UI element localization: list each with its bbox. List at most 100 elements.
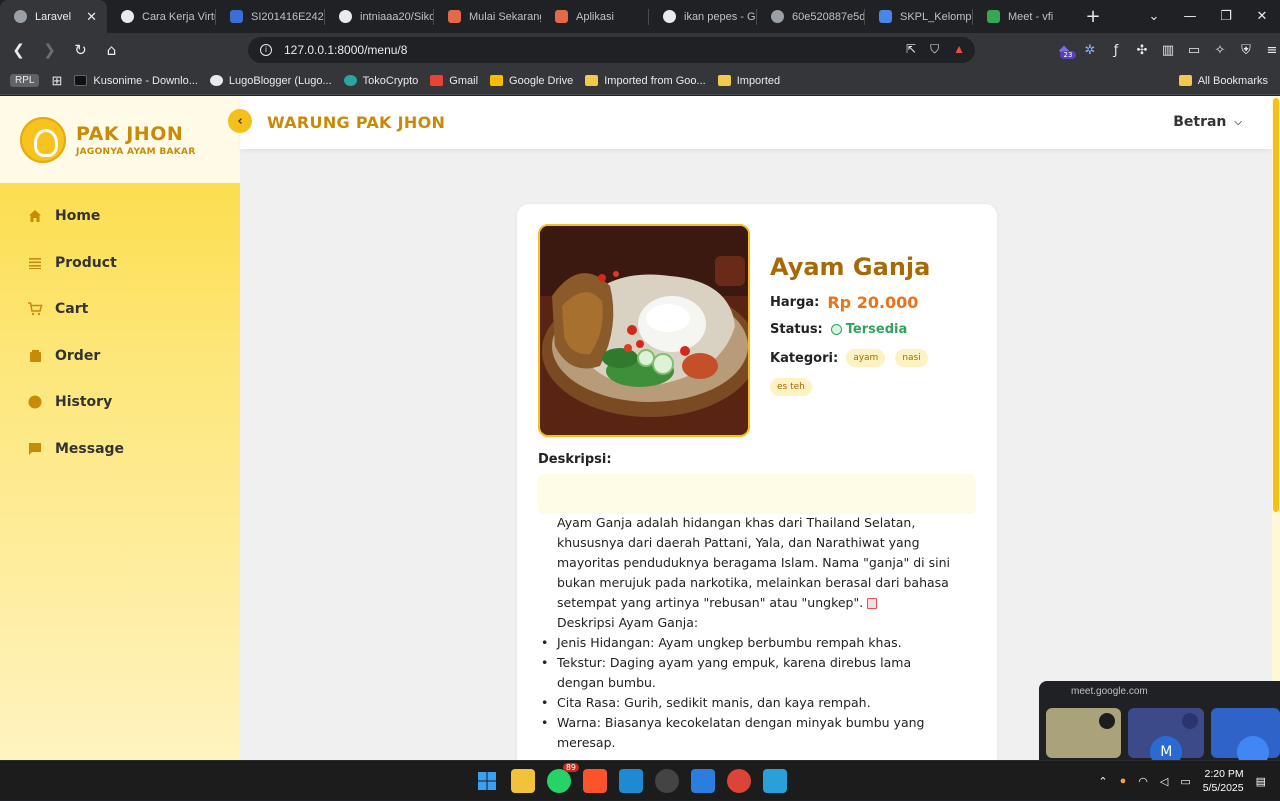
formula-icon[interactable]: ƒ <box>1108 43 1124 58</box>
page-scrollbar[interactable] <box>1272 96 1280 760</box>
bookmark-item[interactable]: Gmail <box>430 75 478 87</box>
apps-grid-icon[interactable]: ⊞ <box>51 73 62 89</box>
bookmark-label: Google Drive <box>509 74 574 87</box>
forward-button[interactable]: ❯ <box>37 41 62 59</box>
all-bookmarks-folder[interactable]: All Bookmarks <box>1178 75 1268 87</box>
tab-item[interactable]: SI201416E2425 <box>216 0 324 33</box>
sidebar-item-cart[interactable]: Cart <box>0 286 240 333</box>
tab-item[interactable]: Cara Kerja Virtu <box>107 0 215 33</box>
participant-avatar <box>1236 736 1269 760</box>
url-text[interactable]: 127.0.0.1:8000/menu/8 <box>284 43 407 57</box>
app-icon[interactable] <box>691 769 715 793</box>
minimize-button[interactable]: — <box>1172 9 1208 24</box>
site-icon <box>448 10 461 23</box>
microphone-icon[interactable]: ● <box>1120 775 1127 787</box>
brave-shield-icon[interactable]: ⛉ <box>930 42 939 57</box>
back-button[interactable]: ❮ <box>6 41 31 59</box>
notification-bell-icon[interactable]: ▤ <box>1256 775 1266 788</box>
scrollbar-thumb[interactable] <box>1273 98 1279 512</box>
site-info-icon[interactable]: i <box>260 44 272 56</box>
chevron-left-icon: ‹ <box>237 113 243 129</box>
sidebar-item-product[interactable]: Product <box>0 240 240 287</box>
bookmark-folder[interactable]: Imported from Goo... <box>585 75 706 87</box>
github-desktop-icon[interactable] <box>655 769 679 793</box>
vscode-icon[interactable] <box>619 769 643 793</box>
collapse-sidebar-button[interactable]: ‹ <box>228 109 252 133</box>
menu-icon[interactable]: ≡ <box>1264 43 1280 58</box>
extensions-puzzle-icon[interactable]: ✣ <box>1134 43 1150 58</box>
tab-item[interactable]: Meet - vfi <box>973 0 1069 33</box>
sidebar-item-label: Message <box>55 440 125 457</box>
bookmark-item[interactable]: Kusonime - Downlo... <box>74 75 198 87</box>
google-icon <box>663 10 676 23</box>
address-bar-actions: ⇱ ⛉ ▲ <box>906 42 965 57</box>
history-icon <box>27 394 43 410</box>
close-window-button[interactable]: ✕ <box>1244 9 1280 24</box>
address-bar[interactable]: i 127.0.0.1:8000/menu/8 ⇱ ⛉ ▲ <box>248 37 975 63</box>
chrome-icon[interactable] <box>727 769 751 793</box>
home-button[interactable]: ⌂ <box>99 41 124 59</box>
window-controls: ⌄ — ❐ ✕ <box>1136 0 1280 33</box>
bookmark-item[interactable]: TokoCrypto <box>343 75 418 87</box>
tab-item[interactable]: SKPL_Kelompo <box>865 0 972 33</box>
maximize-button[interactable]: ❐ <box>1208 9 1244 24</box>
app-icon[interactable] <box>763 769 787 793</box>
bookmark-label: LugoBlogger (Lugo... <box>228 74 332 87</box>
tab-title: Mulai Sekarang <box>469 10 541 23</box>
sidebar-item-history[interactable]: History <box>0 379 240 426</box>
site-icon <box>121 10 134 23</box>
taskbar-clock[interactable]: 2:20 PM 5/5/2025 <box>1203 767 1244 795</box>
clock-time: 2:20 PM <box>1204 768 1244 780</box>
sidebar-item-message[interactable]: Message <box>0 426 240 473</box>
brand[interactable]: PAK JHON JAGONYA AYAM BAKAR <box>0 96 240 183</box>
participant-tile[interactable] <box>1210 708 1280 760</box>
tab-title: ikan pepes - Go <box>684 10 756 23</box>
bookmark-item[interactable]: LugoBlogger (Lugo... <box>209 74 332 87</box>
windows-start-icon[interactable] <box>475 769 499 793</box>
gear-extension-icon[interactable]: ✲ <box>1082 43 1098 58</box>
whatsapp-icon[interactable]: 89 <box>547 763 579 793</box>
file-explorer-icon[interactable] <box>511 769 535 793</box>
bookmark-item[interactable]: Google Drive <box>490 75 573 87</box>
participant-tile[interactable] <box>1046 708 1122 758</box>
tab-search-icon[interactable]: ⌄ <box>1136 9 1172 24</box>
bookmark-label: Imported <box>736 74 781 87</box>
folder-icon <box>717 75 731 86</box>
meet-participant-tiles: M <box>1039 708 1280 760</box>
tab-item[interactable]: 60e520887e5d <box>757 0 864 33</box>
user-menu[interactable]: Betran ⌵ <box>1173 114 1242 130</box>
leo-ai-icon[interactable]: ✧ <box>1212 43 1228 58</box>
sidebar-item-order[interactable]: Order <box>0 333 240 380</box>
chevron-up-icon[interactable]: ⌃ <box>1098 775 1107 788</box>
close-tab-icon[interactable]: ✕ <box>78 9 97 25</box>
mic-off-icon <box>1181 713 1198 729</box>
profile-badge[interactable]: RPL <box>10 74 40 87</box>
description-intro: Ayam Ganja adalah hidangan khas dari Tha… <box>557 513 957 613</box>
meet-floating-window[interactable]: meet.google.com M <box>1039 681 1280 760</box>
participant-tile[interactable]: M <box>1128 708 1204 760</box>
extension-icon[interactable]: ◆23 <box>1056 43 1076 59</box>
brave-browser-icon[interactable] <box>583 769 607 793</box>
reload-button[interactable]: ↻ <box>68 41 93 59</box>
sidebar-icon[interactable]: ▥ <box>1160 43 1176 58</box>
volume-icon[interactable]: ◁ <box>1160 775 1168 788</box>
product-category-row: Kategori: ayam nasi <box>770 349 928 367</box>
battery-icon[interactable]: ▭ <box>1180 775 1190 788</box>
vpn-icon[interactable]: ⛨ <box>1238 43 1254 58</box>
tab-title: Aplikasi <box>576 10 614 23</box>
sidebar-item-home[interactable]: Home <box>0 193 240 240</box>
wallet-icon[interactable]: ▭ <box>1186 43 1202 58</box>
share-icon[interactable]: ⇱ <box>906 42 916 57</box>
new-tab-button[interactable]: + <box>1083 6 1103 27</box>
tab-item[interactable]: Mulai Sekarang <box>434 0 541 33</box>
wifi-icon[interactable]: ◠ <box>1138 775 1148 788</box>
tab-item[interactable]: ikan pepes - Go <box>649 0 756 33</box>
sidebar-item-label: Order <box>55 347 101 364</box>
tab-item[interactable]: intniaaa20/Siko <box>325 0 433 33</box>
category-tag: es teh <box>770 378 812 396</box>
list-icon <box>27 255 43 271</box>
tab-laravel[interactable]: Laravel ✕ <box>0 0 107 33</box>
bookmark-folder[interactable]: Imported <box>717 74 781 87</box>
brave-rewards-icon[interactable]: ▲ <box>953 42 965 57</box>
tab-item[interactable]: Aplikasi <box>541 0 648 33</box>
